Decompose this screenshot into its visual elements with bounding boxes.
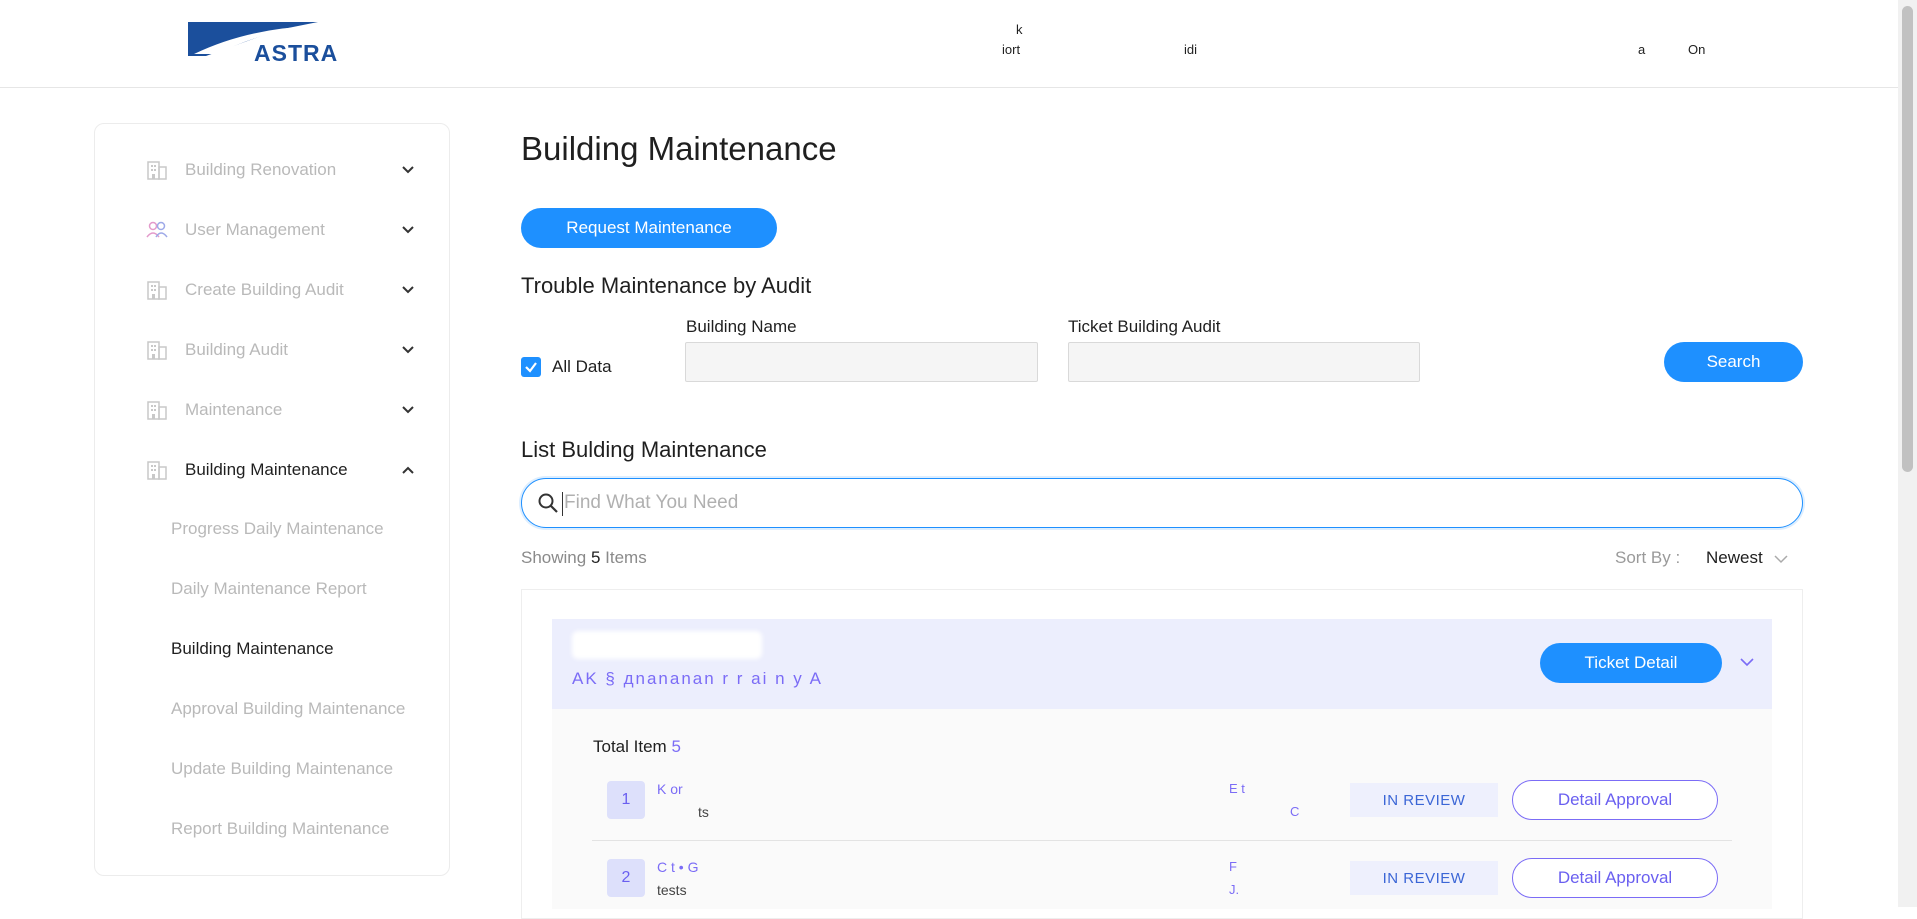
sidebar-item-label: User Management [185, 220, 325, 239]
page-title: Building Maintenance [521, 130, 837, 167]
sidebar-item-label: Create Building Audit [185, 280, 344, 299]
total-item: Total Item 5 [593, 737, 681, 757]
sidebar-item-building-audit[interactable]: Building Audit [145, 335, 415, 365]
chevron-down-icon [401, 283, 415, 297]
status-badge: IN REVIEW [1350, 861, 1498, 895]
building-icon [145, 338, 169, 362]
building-icon [145, 278, 169, 302]
sidebar-subitem-report-building-maintenance[interactable]: Report Building Maintenance [171, 819, 421, 839]
ticket-detail-button[interactable]: Ticket Detail [1540, 643, 1722, 683]
users-icon [145, 218, 169, 242]
row-divider [592, 840, 1732, 841]
scrollbar-thumb[interactable] [1902, 6, 1913, 472]
header-nav: k iort idi a On [980, 22, 1740, 64]
ticket-card-header[interactable]: AK § дnananan r r ai n y A Ticket Detail [552, 619, 1772, 709]
search-button[interactable]: Search [1664, 342, 1803, 382]
all-data-label: All Data [552, 357, 612, 376]
redacted-block [572, 631, 762, 659]
audit-section-title: Trouble Maintenance by Audit [521, 273, 812, 298]
sidebar-item-building-renovation[interactable]: Building Renovation [145, 155, 415, 185]
showing-count: Showing 5 Items [521, 548, 647, 568]
row-number: 2 [607, 859, 645, 897]
nav-fragment[interactable]: a [1638, 42, 1645, 57]
showing-prefix: Showing [521, 548, 587, 567]
nav-fragment[interactable]: idi [1184, 42, 1197, 57]
ticket-title: AK § дnananan r r ai n y A [572, 669, 823, 688]
total-item-count: 5 [671, 737, 681, 756]
all-data-checkbox[interactable] [521, 357, 541, 377]
sidebar-item-label: Maintenance [185, 400, 283, 419]
sidebar-item-user-management[interactable]: User Management [145, 215, 415, 245]
search-icon [538, 493, 558, 513]
chevron-down-icon[interactable] [1774, 553, 1788, 565]
row-item-sub: tests [657, 882, 687, 898]
top-header: ASTRA k iort idi a On [0, 0, 1898, 88]
search-placeholder: Find What You Need [564, 492, 739, 513]
ticket-building-audit-input[interactable] [1068, 342, 1420, 382]
sidebar-item-label: Building Audit [185, 340, 289, 359]
total-item-label: Total Item [593, 737, 667, 756]
list-section-title: List Bulding Maintenance [521, 437, 767, 462]
status-badge: IN REVIEW [1350, 783, 1498, 817]
sidebar-subitem-daily-maintenance-report[interactable]: Daily Maintenance Report [171, 579, 421, 599]
sidebar-item-maintenance[interactable]: Maintenance [145, 395, 415, 425]
row-item-sub: ts [698, 804, 709, 820]
sidebar-subitem-approval-building-maintenance[interactable]: Approval Building Maintenance [171, 699, 421, 719]
sidebar-subitem-progress-daily-maintenance[interactable]: Progress Daily Maintenance [171, 519, 421, 539]
showing-number: 5 [590, 548, 601, 567]
page-scrollbar[interactable] [1898, 0, 1917, 907]
detail-approval-button[interactable]: Detail Approval [1512, 858, 1718, 898]
row-item-name: K or [657, 781, 683, 797]
showing-suffix: Items [605, 548, 647, 567]
row-meta-top: F [1229, 859, 1237, 874]
row-meta-bottom: C [1290, 804, 1300, 819]
chevron-down-icon [401, 223, 415, 237]
nav-fragment[interactable]: iort [1002, 42, 1020, 57]
sidebar-subitem-update-building-maintenance[interactable]: Update Building Maintenance [171, 759, 421, 779]
building-name-label: Building Name [686, 317, 797, 336]
ticket-building-audit-label: Ticket Building Audit [1068, 317, 1221, 336]
row-item-name: C t • G [657, 859, 699, 875]
sidebar-item-building-maintenance[interactable]: Building Maintenance [145, 455, 415, 485]
row-meta-top: E t [1229, 781, 1245, 796]
chevron-down-icon [401, 343, 415, 357]
building-icon [145, 158, 169, 182]
check-icon [525, 362, 537, 373]
detail-approval-button[interactable]: Detail Approval [1512, 780, 1718, 820]
nav-fragment[interactable]: On [1688, 42, 1705, 57]
nav-fragment[interactable]: k [1016, 22, 1023, 37]
sidebar-subitem-building-maintenance[interactable]: Building Maintenance [171, 639, 421, 659]
sidebar: Building Renovation User Management Crea… [94, 123, 450, 876]
text-caret [562, 492, 563, 516]
chevron-down-icon[interactable] [1739, 656, 1755, 668]
request-maintenance-button[interactable]: Request Maintenance [521, 208, 777, 248]
building-icon [145, 398, 169, 422]
sort-by-label: Sort By : [1615, 548, 1681, 567]
chevron-down-icon [401, 163, 415, 177]
building-icon [145, 458, 169, 482]
sidebar-item-create-building-audit[interactable]: Create Building Audit [145, 275, 415, 305]
sort-select[interactable]: Newest [1706, 548, 1763, 568]
building-name-input[interactable] [685, 342, 1038, 382]
chevron-up-icon [401, 463, 415, 477]
row-number: 1 [607, 781, 645, 819]
chevron-down-icon [401, 403, 415, 417]
sidebar-item-label: Building Maintenance [185, 460, 348, 479]
sidebar-item-label: Building Renovation [185, 160, 337, 179]
row-meta-bottom: J. [1229, 882, 1240, 897]
logo-text: ASTRA [254, 40, 339, 66]
search-input[interactable]: Find What You Need [521, 478, 1803, 528]
